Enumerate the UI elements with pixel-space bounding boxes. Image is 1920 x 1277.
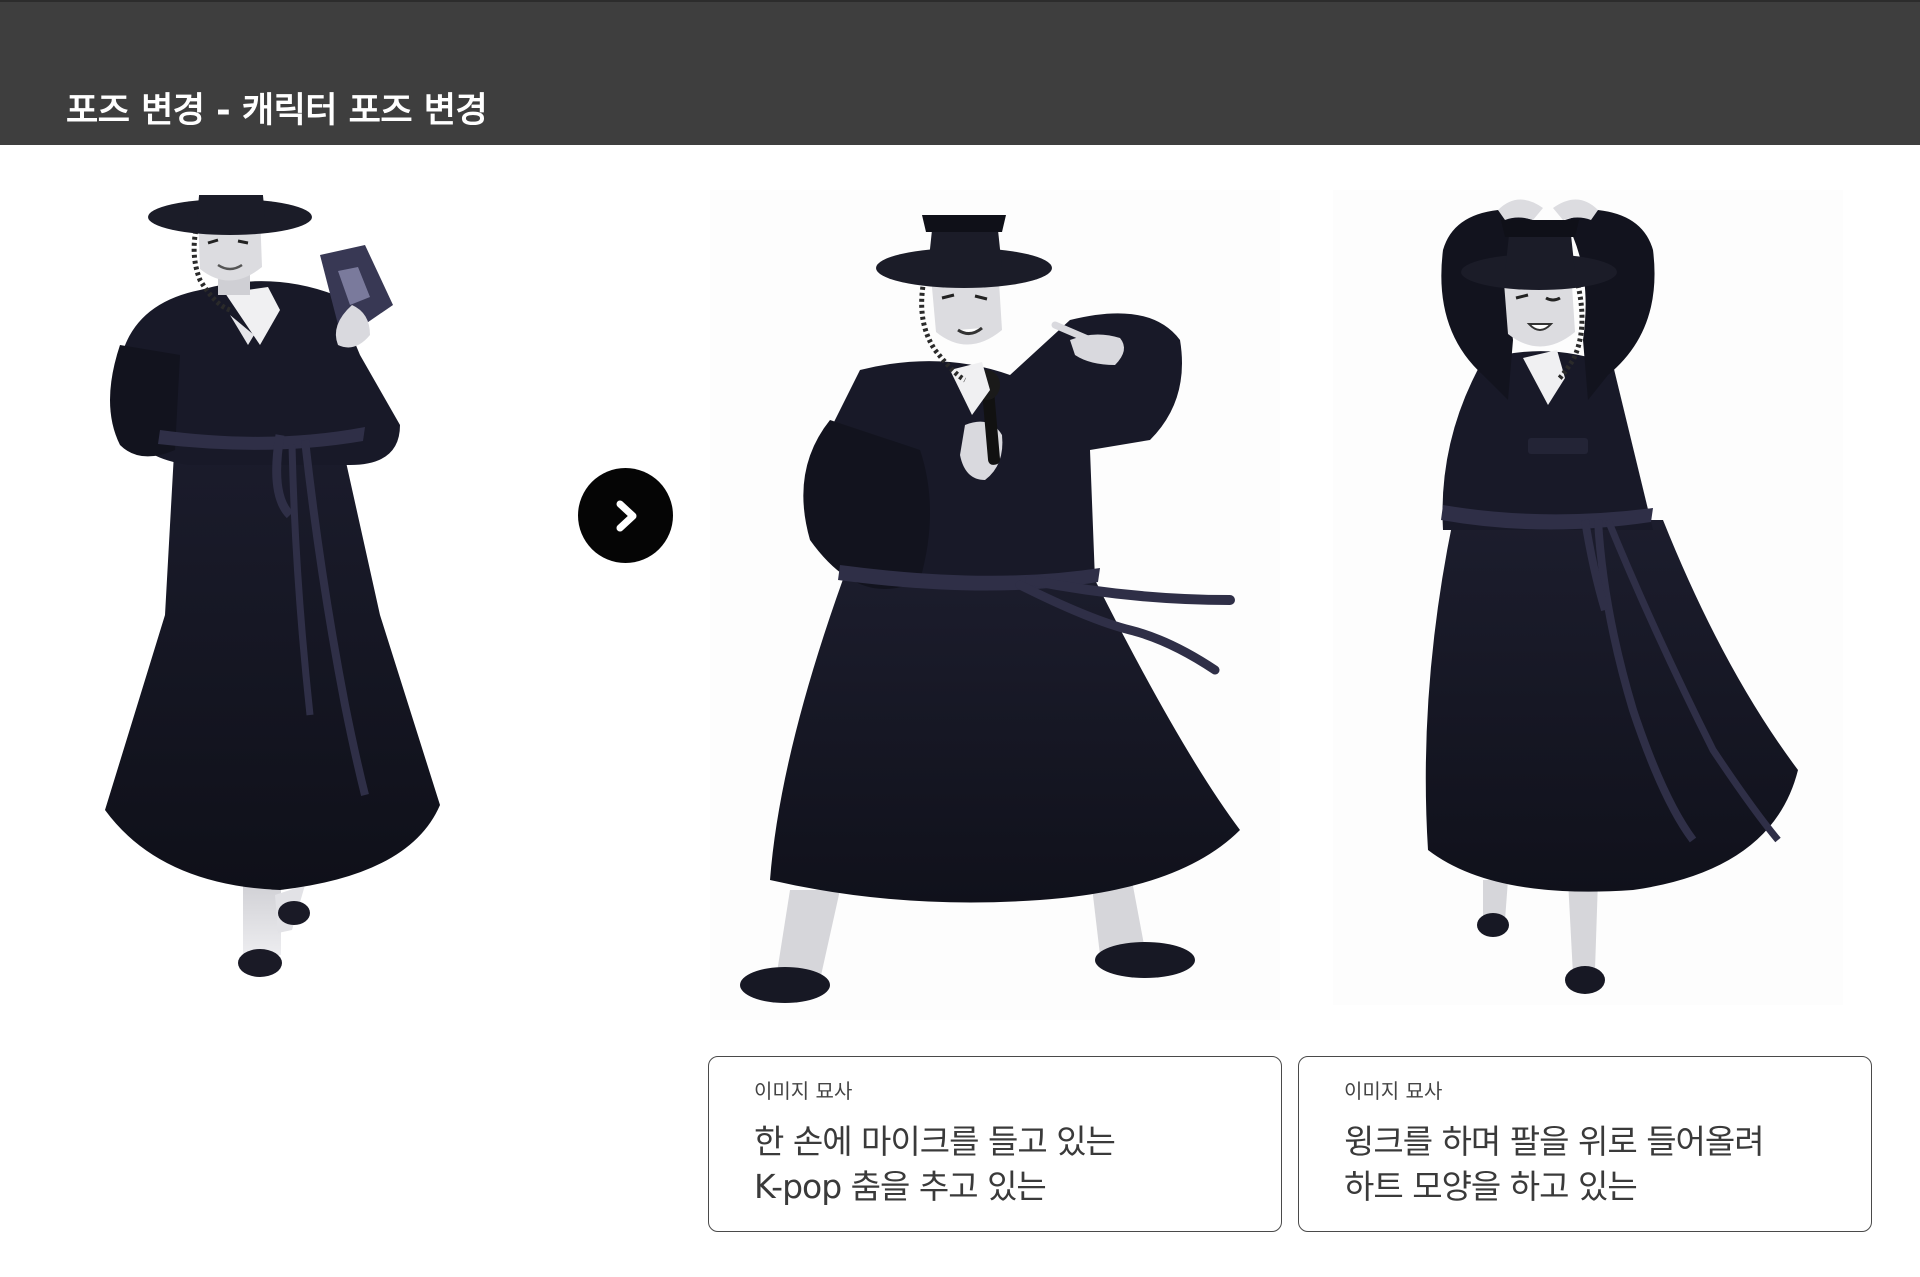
description-label: 이미지 묘사 — [754, 1079, 853, 1103]
next-button[interactable] — [578, 468, 673, 563]
description-text: 윙크를 하며 팔을 위로 들어올려 하트 모양을 하고 있는 — [1344, 1119, 1854, 1209]
description-label: 이미지 묘사 — [1344, 1079, 1443, 1103]
description-line: K-pop 춤을 추고 있는 — [754, 1167, 1047, 1206]
original-character-image — [80, 195, 460, 995]
description-card-heart: 이미지 묘사 윙크를 하며 팔을 위로 들어올려 하트 모양을 하고 있는 — [1298, 1056, 1872, 1232]
kpop-pose-image — [710, 190, 1280, 1020]
description-text: 한 손에 마이크를 들고 있는 K-pop 춤을 추고 있는 — [754, 1119, 1264, 1209]
description-line: 한 손에 마이크를 들고 있는 — [754, 1122, 1116, 1161]
description-line: 하트 모양을 하고 있는 — [1344, 1167, 1638, 1206]
chevron-right-icon — [616, 500, 636, 531]
page-title: 포즈 변경 - 캐릭터 포즈 변경 — [66, 91, 488, 131]
heart-pose-image — [1333, 190, 1843, 1005]
header-bar: 포즈 변경 - 캐릭터 포즈 변경 — [0, 0, 1920, 145]
description-line: 윙크를 하며 팔을 위로 들어올려 — [1344, 1122, 1765, 1161]
description-card-kpop: 이미지 묘사 한 손에 마이크를 들고 있는 K-pop 춤을 추고 있는 — [708, 1056, 1282, 1232]
